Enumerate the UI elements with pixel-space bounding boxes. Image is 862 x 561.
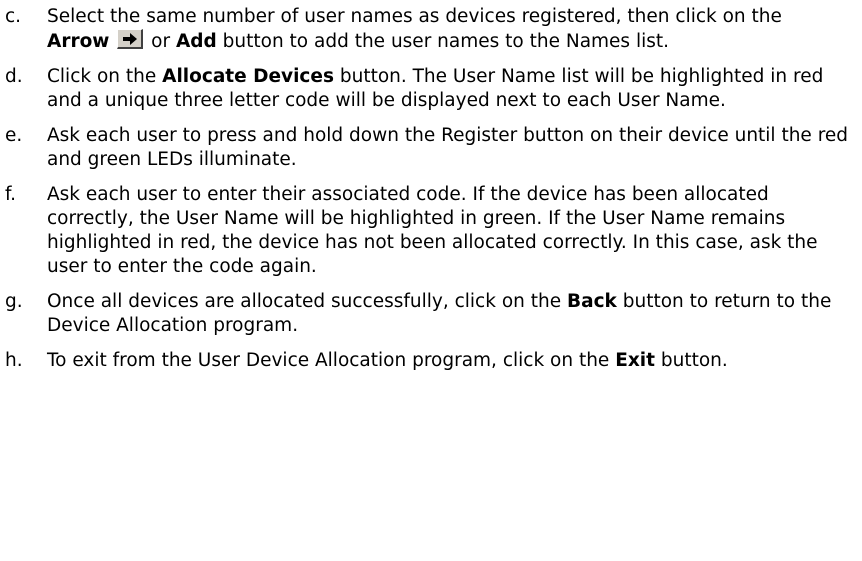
step-text: Ask each user to enter their associated …	[47, 184, 818, 277]
instruction-step: c. Select the same number of user names a…	[0, 5, 862, 54]
bold-term: Back	[566, 291, 617, 312]
step-text: Once all devices are allocated successfu…	[47, 291, 567, 312]
step-text: Click on the	[47, 66, 163, 87]
step-marker: d.	[5, 66, 23, 87]
step-text: or	[145, 31, 176, 52]
bold-term: Arrow	[47, 31, 110, 52]
step-marker: f.	[5, 184, 17, 205]
step-text: button.	[654, 350, 728, 371]
arrow-right-icon	[123, 33, 138, 45]
step-text: Select the same number of user names as …	[47, 6, 782, 27]
bold-term: Exit	[615, 350, 655, 371]
instruction-step: e. Ask each user to press and hold down t…	[0, 124, 862, 172]
step-text	[109, 31, 115, 52]
instruction-step: d. Click on the Allocate Devices button. …	[0, 65, 862, 113]
step-marker: h.	[5, 350, 23, 371]
step-marker: g.	[5, 291, 23, 312]
instruction-step: g. Once all devices are allocated success…	[0, 290, 862, 338]
instruction-steps-list: c. Select the same number of user names a…	[0, 0, 862, 384]
instruction-step: f. Ask each user to enter their associate…	[0, 183, 862, 279]
bold-term: Allocate Devices	[162, 66, 334, 87]
bold-term: Add	[175, 31, 217, 52]
step-marker: e.	[5, 125, 23, 146]
step-text: button to add the user names to the Name…	[216, 31, 670, 52]
step-text: To exit from the User Device Allocation …	[47, 350, 616, 371]
step-marker: c.	[5, 6, 22, 27]
instruction-step: h. To exit from the User Device Allocatio…	[0, 349, 862, 373]
arrow-button-icon	[117, 29, 144, 49]
step-text: Ask each user to press and hold down the…	[47, 125, 849, 170]
